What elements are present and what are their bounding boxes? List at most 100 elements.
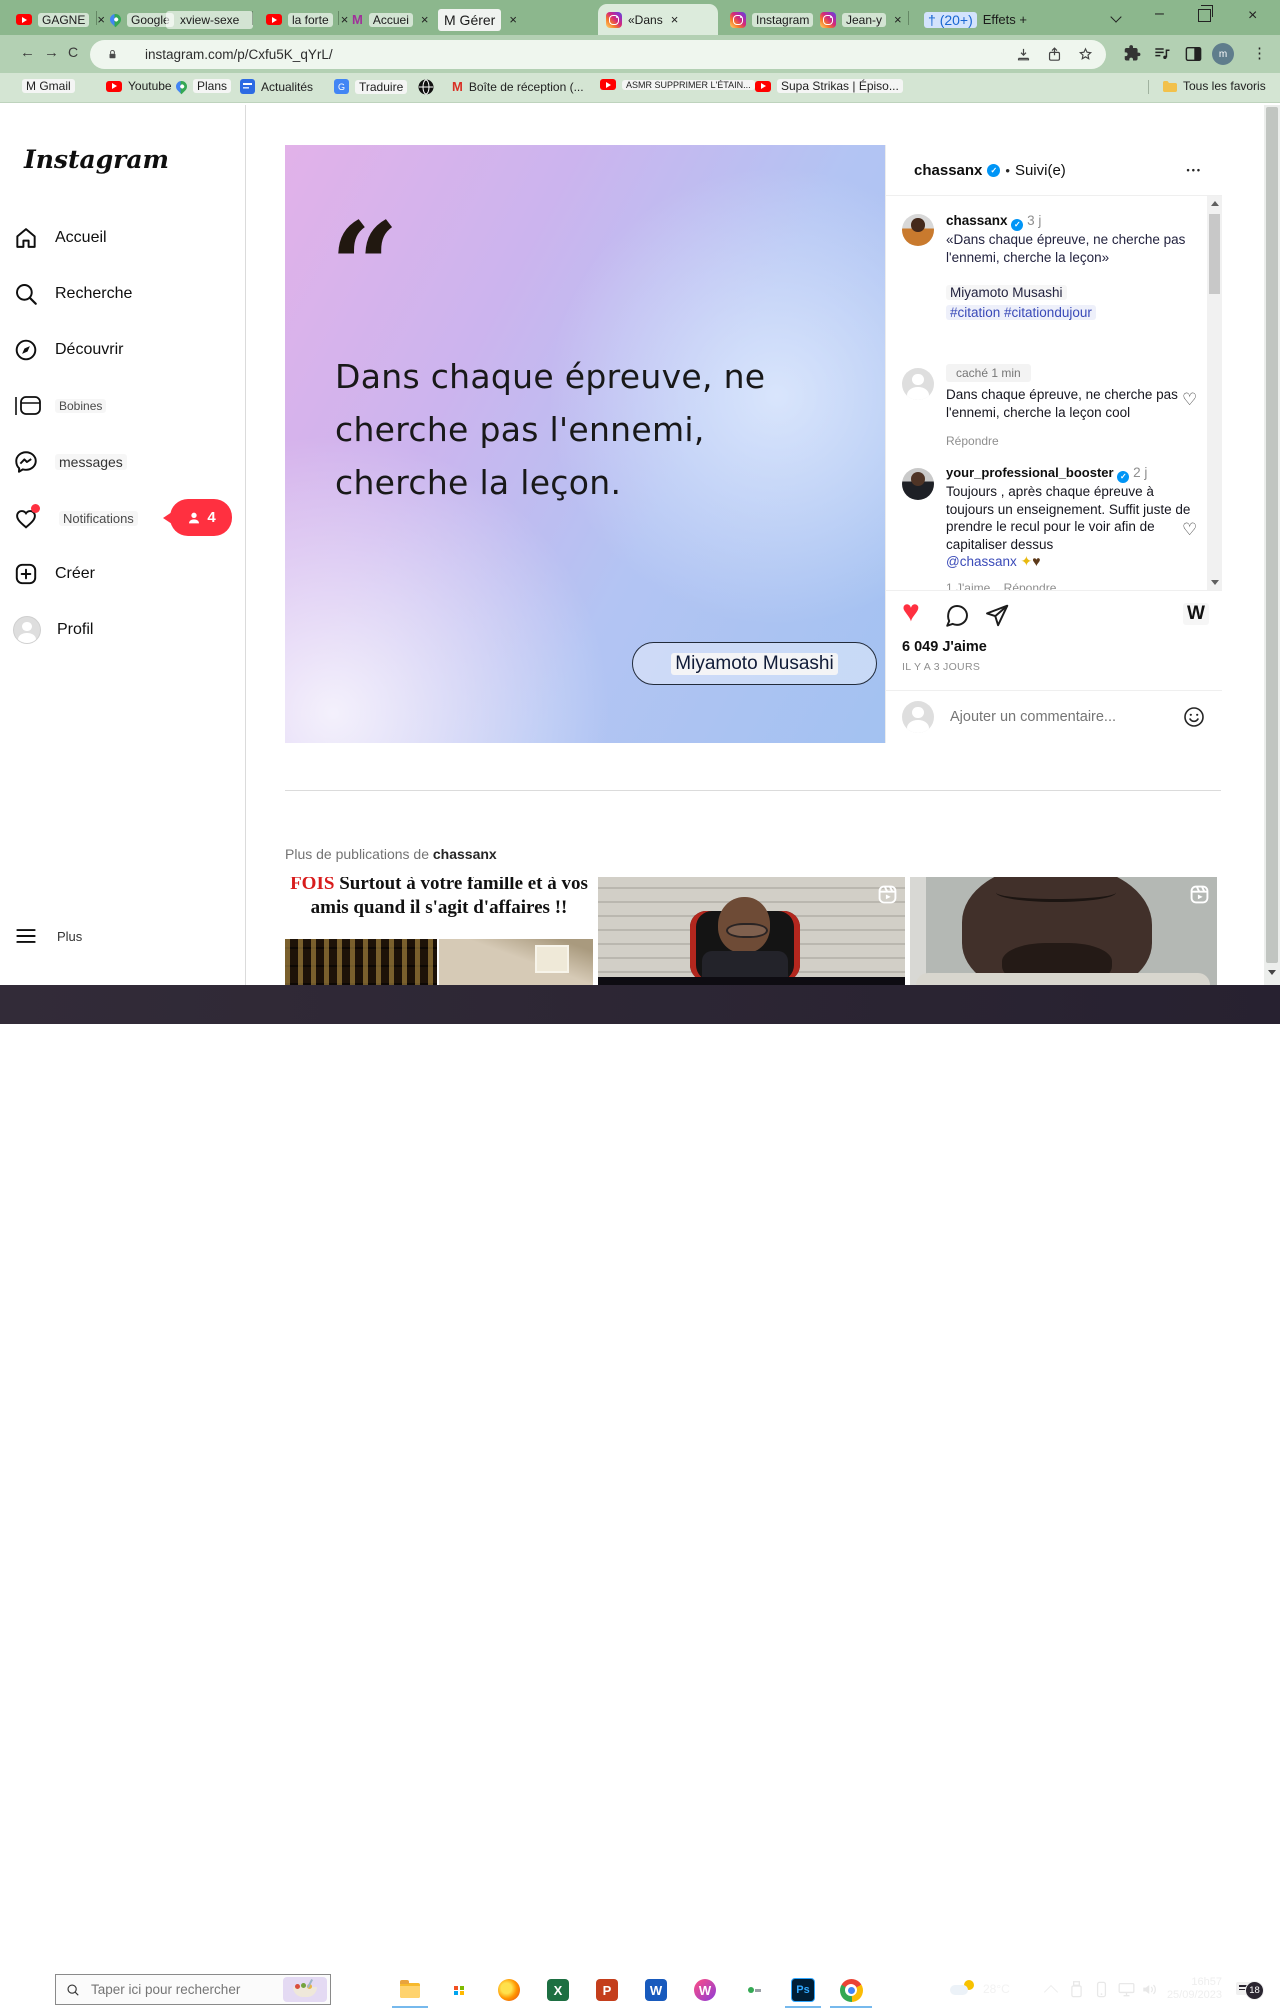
tab-effets[interactable]: † (20+) Effets + xyxy=(916,4,1035,35)
comment-input[interactable] xyxy=(948,708,1168,726)
clock[interactable]: 16h57 25/09/2023 xyxy=(1160,1976,1222,2002)
scroll-down-arrow[interactable] xyxy=(1211,580,1219,585)
phone-link-icon[interactable] xyxy=(1093,1980,1110,1999)
share-icon[interactable] xyxy=(1046,46,1063,63)
tab-gagne[interactable]: GAGNE × xyxy=(8,4,113,35)
thumbnail-post-3[interactable] xyxy=(910,877,1217,985)
weather-icon[interactable] xyxy=(950,1980,976,1998)
tab-search-chevron-icon[interactable] xyxy=(1112,13,1122,23)
scroll-down-arrow[interactable] xyxy=(1268,970,1276,975)
comment-like-icon[interactable]: ♡ xyxy=(1182,390,1197,410)
reload-button[interactable]: C xyxy=(68,44,78,60)
tab-close-icon[interactable]: × xyxy=(509,12,517,27)
notifications-count-badge[interactable]: 4 xyxy=(170,499,232,536)
instagram-logo[interactable]: Instagram xyxy=(24,145,169,174)
caption-hashtags[interactable]: #citation #citationdujour xyxy=(946,305,1096,320)
likes-count[interactable]: 6 049 J'aime xyxy=(902,639,987,655)
word-button[interactable]: W xyxy=(640,1977,672,2003)
bookmark-inbox[interactable]: MBoîte de réception (... xyxy=(452,79,584,94)
caption-username[interactable]: chassanx xyxy=(946,213,1008,228)
network-display-icon[interactable] xyxy=(1117,1981,1136,1998)
password-key-button[interactable] xyxy=(738,1977,770,2003)
sidebar-item-decouvrir[interactable]: Découvrir xyxy=(13,326,233,374)
tab-active-dans[interactable]: «Dans × xyxy=(598,4,718,35)
sidebar-item-profil[interactable]: Profil xyxy=(13,606,233,654)
reply-button[interactable]: Répondre xyxy=(1004,581,1057,591)
start-button[interactable] xyxy=(14,1982,30,1998)
emoji-smiley-icon[interactable] xyxy=(1182,705,1206,729)
powerpoint-button[interactable]: P xyxy=(591,1977,623,2003)
thumbnail-post-1[interactable]: FOIS Surtout à votre famille et à vos am… xyxy=(285,877,593,985)
bookmark-asmr[interactable]: ASMR SUPPRIMER L'ÉTAIN... xyxy=(600,79,755,90)
reply-button[interactable]: Répondre xyxy=(946,432,1186,450)
side-panel-icon[interactable] xyxy=(1184,45,1203,63)
bookmark-traduire[interactable]: G Traduire xyxy=(334,79,407,94)
tray-chevron-icon[interactable] xyxy=(1044,1985,1058,1999)
like-filled-heart-icon[interactable]: ♥ xyxy=(902,595,920,629)
tab-accueil-site[interactable]: M Accuei × xyxy=(344,4,436,35)
task-view-button[interactable] xyxy=(344,1977,376,2003)
download-icon[interactable] xyxy=(1015,46,1032,63)
bookmark-gmail[interactable]: M Gmail xyxy=(22,79,75,93)
thumbnail-post-2[interactable] xyxy=(598,877,905,985)
more-posts-username[interactable]: chassanx xyxy=(433,846,497,862)
scrollbar-thumb[interactable] xyxy=(1266,107,1278,963)
bookmark-youtube[interactable]: Youtube xyxy=(106,79,172,93)
page-scrollbar[interactable] xyxy=(1264,105,1280,985)
avatar[interactable] xyxy=(902,468,934,500)
comment-likes[interactable]: 1 J'aime xyxy=(946,581,990,591)
bookmark-star-icon[interactable] xyxy=(1077,46,1094,63)
window-restore-button[interactable] xyxy=(1198,9,1211,22)
scrollbar-thumb[interactable] xyxy=(1209,214,1220,294)
tab-jeany[interactable]: Jean-y × xyxy=(812,4,910,35)
post-username[interactable]: chassanx xyxy=(914,162,982,179)
tab-gerer[interactable]: M Gérer × xyxy=(430,4,525,35)
back-button[interactable]: ← xyxy=(20,44,35,61)
forward-button[interactable]: → xyxy=(44,44,59,61)
share-send-icon[interactable] xyxy=(984,603,1010,629)
follow-status[interactable]: Suivi(e) xyxy=(1015,162,1066,179)
comment-bubble-icon[interactable] xyxy=(944,603,970,629)
url-text[interactable]: instagram.com/p/Cxfu5K_qYrL/ xyxy=(145,47,333,62)
comment-like-icon[interactable]: ♡ xyxy=(1182,520,1197,540)
bookmark-globe[interactable] xyxy=(418,79,434,95)
volume-icon[interactable] xyxy=(1141,1981,1159,1998)
post-options-icon[interactable]: ••• xyxy=(1187,165,1202,175)
taskbar-search-box[interactable] xyxy=(55,1974,331,2005)
profile-avatar[interactable]: m xyxy=(1212,43,1234,65)
tab-close-icon[interactable]: × xyxy=(894,12,902,27)
save-button[interactable]: W xyxy=(1183,603,1209,625)
sidebar-item-recherche[interactable]: Recherche xyxy=(13,270,233,318)
temperature-label[interactable]: 28°C xyxy=(983,1982,1010,1996)
scroll-up-arrow[interactable] xyxy=(1211,201,1219,206)
tab-laforte[interactable]: la forte × xyxy=(258,4,356,35)
notification-center-button[interactable]: 18 xyxy=(1236,1981,1266,2001)
browser-menu-kebab-icon[interactable]: ⋮ xyxy=(1252,44,1267,62)
tab-close-icon[interactable]: × xyxy=(421,12,429,27)
comments-scrollbar[interactable] xyxy=(1207,196,1222,590)
extensions-puzzle-icon[interactable] xyxy=(1122,43,1142,63)
sidebar-item-plus[interactable]: Plus xyxy=(13,912,233,960)
bookmark-supa-strikas[interactable]: Supa Strikas | Épiso... xyxy=(755,79,903,93)
excel-button[interactable]: X xyxy=(542,1977,574,2003)
window-minimize-button[interactable]: – xyxy=(1155,5,1164,23)
sidebar-item-creer[interactable]: Créer xyxy=(13,550,233,598)
tab-close-icon[interactable]: × xyxy=(671,12,679,27)
search-highlight-tile[interactable] xyxy=(283,1977,327,2002)
firefox-button[interactable] xyxy=(493,1977,525,2003)
bookmark-plans[interactable]: Plans xyxy=(176,79,231,93)
address-bar[interactable]: instagram.com/p/Cxfu5K_qYrL/ xyxy=(90,40,1106,69)
file-explorer-button[interactable] xyxy=(394,1977,426,2003)
filmora-button[interactable]: W xyxy=(689,1977,721,2003)
avatar[interactable] xyxy=(902,214,934,246)
post-image[interactable]: “ Dans chaque épreuve, ne cherche pas l'… xyxy=(285,145,885,743)
tab-xview[interactable]: xview-sexe xyxy=(158,4,261,35)
taskbar-search-input[interactable] xyxy=(89,1981,274,1998)
sidebar-item-bobines[interactable]: Bobines xyxy=(13,382,233,430)
bookmark-all-favorites[interactable]: Tous les favoris xyxy=(1162,79,1266,93)
comment-username[interactable]: your_professional_booster xyxy=(946,465,1114,480)
sidebar-item-messages[interactable]: messages xyxy=(13,438,233,486)
microsoft-store-button[interactable] xyxy=(443,1977,475,2003)
sidebar-item-accueil[interactable]: Accueil xyxy=(13,214,233,262)
playlist-music-icon[interactable] xyxy=(1152,44,1172,64)
